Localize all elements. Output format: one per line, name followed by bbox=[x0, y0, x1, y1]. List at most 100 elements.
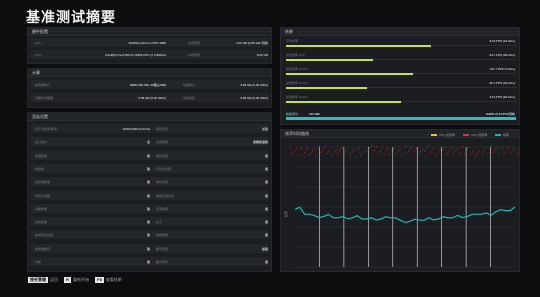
gpu-point bbox=[332, 153, 334, 155]
setting-label: 窗口模式 bbox=[35, 140, 48, 145]
gpu-point bbox=[466, 149, 468, 151]
gpu-point bbox=[307, 148, 309, 150]
setting-label: 屏幕空间反射 bbox=[156, 193, 175, 198]
setting-value-text: 高 bbox=[264, 180, 268, 185]
gpu-point bbox=[402, 153, 404, 155]
gpu-point bbox=[507, 148, 509, 150]
gpu-point bbox=[364, 149, 366, 151]
gpu-point bbox=[468, 147, 470, 149]
gpu-point bbox=[387, 148, 389, 150]
setting-label: 细节层级 bbox=[156, 246, 169, 251]
score-value: 105.985 bbox=[309, 112, 320, 116]
setting-value-text: 高 bbox=[146, 193, 150, 198]
hw-gpu-label: GPU bbox=[35, 41, 42, 45]
result-bar bbox=[286, 86, 367, 89]
legend-cpu: CPU 使用率 bbox=[431, 133, 455, 137]
compute-row-value-text: 5888 (184 SM, 32核心/SM) bbox=[129, 83, 166, 87]
gpu-point bbox=[425, 148, 427, 150]
gpu-point bbox=[383, 154, 385, 156]
gpu-point bbox=[417, 155, 419, 157]
gpu-point bbox=[516, 154, 517, 156]
gpu-point bbox=[361, 153, 363, 155]
gpu-point bbox=[410, 147, 412, 149]
frame-chart: 帧率 bbox=[283, 144, 519, 268]
score-bar bbox=[286, 117, 516, 120]
chart-panel: 帧率时间曲线 CPU 使用率 GPU 使用率 帧率 帧率 bbox=[280, 129, 520, 272]
hw-cpu-value-text: Intel(R) Core(TM) i5-10400 CPU @ 2.90GHz bbox=[105, 53, 166, 57]
gpu-point bbox=[447, 152, 449, 154]
gpu-point bbox=[504, 152, 506, 154]
gpu-point bbox=[323, 147, 325, 149]
setting-label: 渲染精度 bbox=[156, 140, 169, 145]
setting-label: 着色器缓存 bbox=[35, 246, 51, 251]
gpu-point bbox=[487, 154, 489, 156]
settings-panel: 渲染设置 显示分辨率/刷新 1920x1080 (144 Hz) 垂直同步 关闭 窗口模… bbox=[27, 112, 272, 272]
setting-label: 垂直同步 bbox=[156, 127, 169, 131]
gpu-point bbox=[457, 147, 459, 149]
setting-label: 显示分辨率/刷新 bbox=[35, 127, 57, 131]
setting-value-text: 高 bbox=[146, 206, 150, 211]
gpu-point bbox=[353, 149, 355, 151]
gpu-point bbox=[482, 151, 484, 153]
gpu-point bbox=[484, 149, 486, 151]
results-panel-title: 结果 bbox=[281, 28, 519, 36]
gpu-point bbox=[493, 149, 495, 151]
setting-value-text: 高 bbox=[146, 180, 150, 185]
score-right-text: 8.88% (5.8 FPS/分钟) bbox=[485, 112, 515, 116]
setting-label: 体积光照 bbox=[156, 180, 169, 185]
compute-row2-label2: 光线追踪 bbox=[183, 96, 196, 100]
legend-fps-label: 帧率 bbox=[503, 133, 510, 137]
compute-row2-label: 光栅化处理器 bbox=[35, 96, 54, 100]
gpu-point bbox=[434, 155, 436, 157]
footer-key-restart[interactable]: R bbox=[64, 277, 72, 283]
hardware-panel: 硬件配置 GPU NVIDIA GeForce RTX 3080 显存容量 4.… bbox=[27, 27, 272, 64]
gpu-point bbox=[390, 153, 392, 155]
gpu-point bbox=[437, 151, 439, 153]
gpu-point bbox=[328, 150, 330, 152]
gpu-point bbox=[290, 147, 291, 149]
gpu-point bbox=[460, 152, 462, 154]
gpu-point bbox=[443, 149, 445, 151]
gpu-point bbox=[391, 151, 393, 153]
gpu-point bbox=[351, 151, 353, 153]
gpu-point bbox=[481, 153, 483, 155]
chart-grid bbox=[295, 146, 515, 268]
gpu-point bbox=[396, 152, 398, 154]
legend-cpu-label: CPU 使用率 bbox=[439, 133, 456, 137]
gpu-point bbox=[514, 147, 516, 149]
footer-bar: 按任意键 返回 R 重新开始 F8 查看结果 bbox=[28, 277, 127, 283]
compute-panel-title: 计算 bbox=[28, 69, 271, 77]
setting-label: 纹理质量 bbox=[35, 153, 48, 158]
gpu-point bbox=[510, 153, 511, 155]
gpu-point bbox=[345, 151, 347, 153]
compute-row-label: 着色器单元 bbox=[35, 83, 51, 87]
result-bar bbox=[286, 72, 413, 75]
hardware-panel-title: 硬件配置 bbox=[28, 28, 271, 36]
setting-value-text: 高 bbox=[264, 206, 268, 211]
chart-ylabel: 帧率 bbox=[283, 211, 288, 217]
gpu-point bbox=[458, 154, 460, 156]
gpu-point bbox=[426, 146, 428, 148]
gpu-point bbox=[309, 154, 311, 156]
gpu-point bbox=[495, 147, 497, 149]
gpu-point bbox=[503, 154, 505, 156]
result-label: 最低帧率 (1%) bbox=[286, 53, 306, 57]
gpu-point bbox=[320, 151, 322, 153]
footer-key-results[interactable]: F8 bbox=[95, 277, 104, 283]
footer-key-exit[interactable]: 按任意键 bbox=[28, 277, 48, 283]
gpu-point bbox=[302, 154, 304, 156]
setting-value-text: 超高 bbox=[261, 246, 268, 251]
gpu-point bbox=[372, 151, 374, 153]
results-panel: 结果 平均帧率 54.8 FPS (18.3ms) 最低帧率 (1%) 33.1 FP… bbox=[280, 27, 520, 125]
gpu-point bbox=[517, 152, 519, 154]
gpu-point bbox=[471, 151, 473, 153]
setting-label: 景深效果 bbox=[156, 206, 169, 211]
gpu-point bbox=[339, 150, 341, 152]
setting-label: 环境光遮蔽 bbox=[156, 166, 172, 171]
gpu-point bbox=[347, 148, 349, 150]
setting-value-text: 高 bbox=[146, 166, 150, 171]
gpu-point bbox=[469, 154, 471, 156]
gpu-point bbox=[465, 151, 467, 153]
legend-gpu-label: GPU 使用率 bbox=[471, 133, 488, 137]
hw-gpu-value-text: NVIDIA GeForce RTX 3080 bbox=[128, 41, 166, 45]
